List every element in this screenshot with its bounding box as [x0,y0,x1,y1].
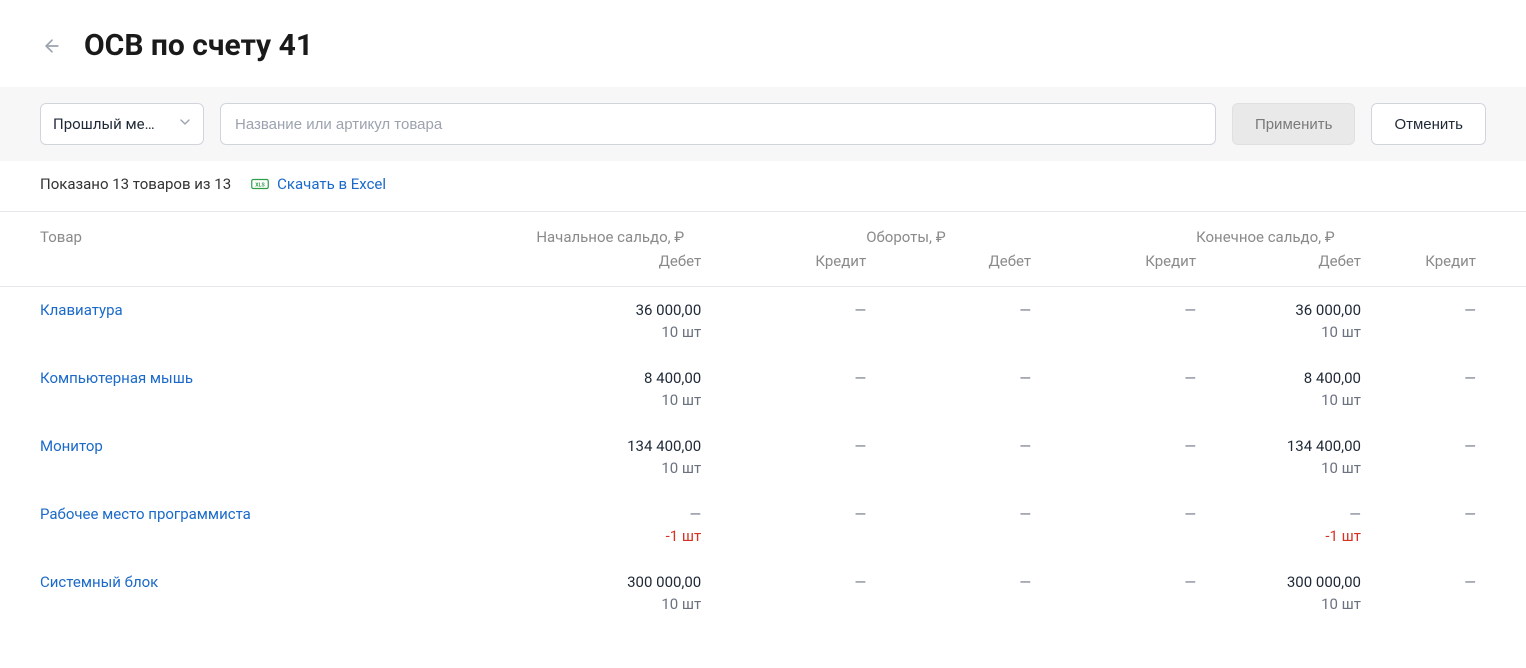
th-product: Товар [0,212,536,287]
search-input[interactable] [220,103,1216,145]
closing-credit-value: — [1361,505,1476,523]
turnover-debit-value: — [866,437,1031,455]
period-select[interactable]: Прошлый ме… [40,103,204,145]
product-name-link[interactable]: Монитор [40,437,103,455]
download-excel-label: Скачать в Excel [277,175,386,193]
opening-credit-value: — [701,301,866,319]
table-row: Компьютерная мышь8 400,0010 шт———8 400,0… [0,355,1526,423]
product-name-link[interactable]: Клавиатура [40,301,123,319]
th-opening: Начальное сальдо, ₽ [536,212,866,251]
th-opening-credit: Кредит [701,250,866,287]
opening-debit-qty: 10 шт [536,323,701,341]
page-title: ОСВ по счету 41 [84,28,313,63]
closing-debit-qty: -1 шт [1196,527,1361,545]
apply-button[interactable]: Применить [1232,103,1356,145]
opening-debit-value: 134 400,00 [536,437,701,455]
closing-credit-value: — [1361,301,1476,319]
closing-debit-qty: 10 шт [1196,323,1361,341]
opening-debit-qty: 10 шт [536,595,701,613]
back-arrow-icon[interactable] [40,34,64,58]
filter-bar: Прошлый ме… Применить Отменить [0,87,1526,161]
closing-debit-value: — [1196,505,1361,523]
chevron-down-icon [177,114,193,134]
product-name-link[interactable]: Системный блок [40,573,158,591]
product-name-link[interactable]: Рабочее место программиста [40,505,251,523]
closing-credit-value: — [1361,437,1476,455]
th-turnover-credit: Кредит [1031,250,1196,287]
cancel-button[interactable]: Отменить [1371,103,1486,145]
turnover-credit-value: — [1031,573,1196,591]
svg-text:XLS: XLS [255,182,265,188]
th-turnover: Обороты, ₽ [866,212,1196,251]
balance-table: Товар Начальное сальдо, ₽ Обороты, ₽ Кон… [0,211,1526,627]
turnover-debit-value: — [866,369,1031,387]
closing-debit-value: 300 000,00 [1196,573,1361,591]
closing-debit-value: 36 000,00 [1196,301,1361,319]
turnover-debit-value: — [866,301,1031,319]
turnover-credit-value: — [1031,505,1196,523]
table-row: Клавиатура36 000,0010 шт———36 000,0010 ш… [0,287,1526,356]
opening-credit-value: — [701,369,866,387]
period-select-value: Прошлый ме… [53,115,155,133]
opening-debit-value: 8 400,00 [536,369,701,387]
closing-credit-value: — [1361,369,1476,387]
opening-credit-value: — [701,437,866,455]
closing-debit-qty: 10 шт [1196,391,1361,409]
th-closing-debit: Дебет [1196,250,1361,287]
closing-debit-qty: 10 шт [1196,459,1361,477]
closing-debit-qty: 10 шт [1196,595,1361,613]
turnover-debit-value: — [866,505,1031,523]
opening-debit-qty: 10 шт [536,459,701,477]
opening-debit-qty: -1 шт [536,527,701,545]
closing-debit-value: 8 400,00 [1196,369,1361,387]
opening-debit-value: 300 000,00 [536,573,701,591]
opening-debit-qty: 10 шт [536,391,701,409]
th-closing: Конечное сальдо, ₽ [1196,212,1526,251]
th-closing-credit: Кредит [1361,250,1526,287]
download-excel-link[interactable]: XLS Скачать в Excel [251,175,386,193]
th-turnover-debit: Дебет [866,250,1031,287]
turnover-credit-value: — [1031,369,1196,387]
table-row: Монитор134 400,0010 шт———134 400,0010 шт… [0,423,1526,491]
status-text: Показано 13 товаров из 13 [40,175,231,193]
opening-credit-value: — [701,505,866,523]
opening-debit-value: — [536,505,701,523]
product-name-link[interactable]: Компьютерная мышь [40,369,193,387]
th-opening-debit: Дебет [536,250,701,287]
table-row: Системный блок300 000,0010 шт———300 000,… [0,559,1526,627]
table-row: Рабочее место программиста—-1 шт————-1 ш… [0,491,1526,559]
turnover-credit-value: — [1031,301,1196,319]
closing-credit-value: — [1361,573,1476,591]
turnover-debit-value: — [866,573,1031,591]
opening-credit-value: — [701,573,866,591]
xls-icon: XLS [251,177,269,191]
turnover-credit-value: — [1031,437,1196,455]
closing-debit-value: 134 400,00 [1196,437,1361,455]
opening-debit-value: 36 000,00 [536,301,701,319]
